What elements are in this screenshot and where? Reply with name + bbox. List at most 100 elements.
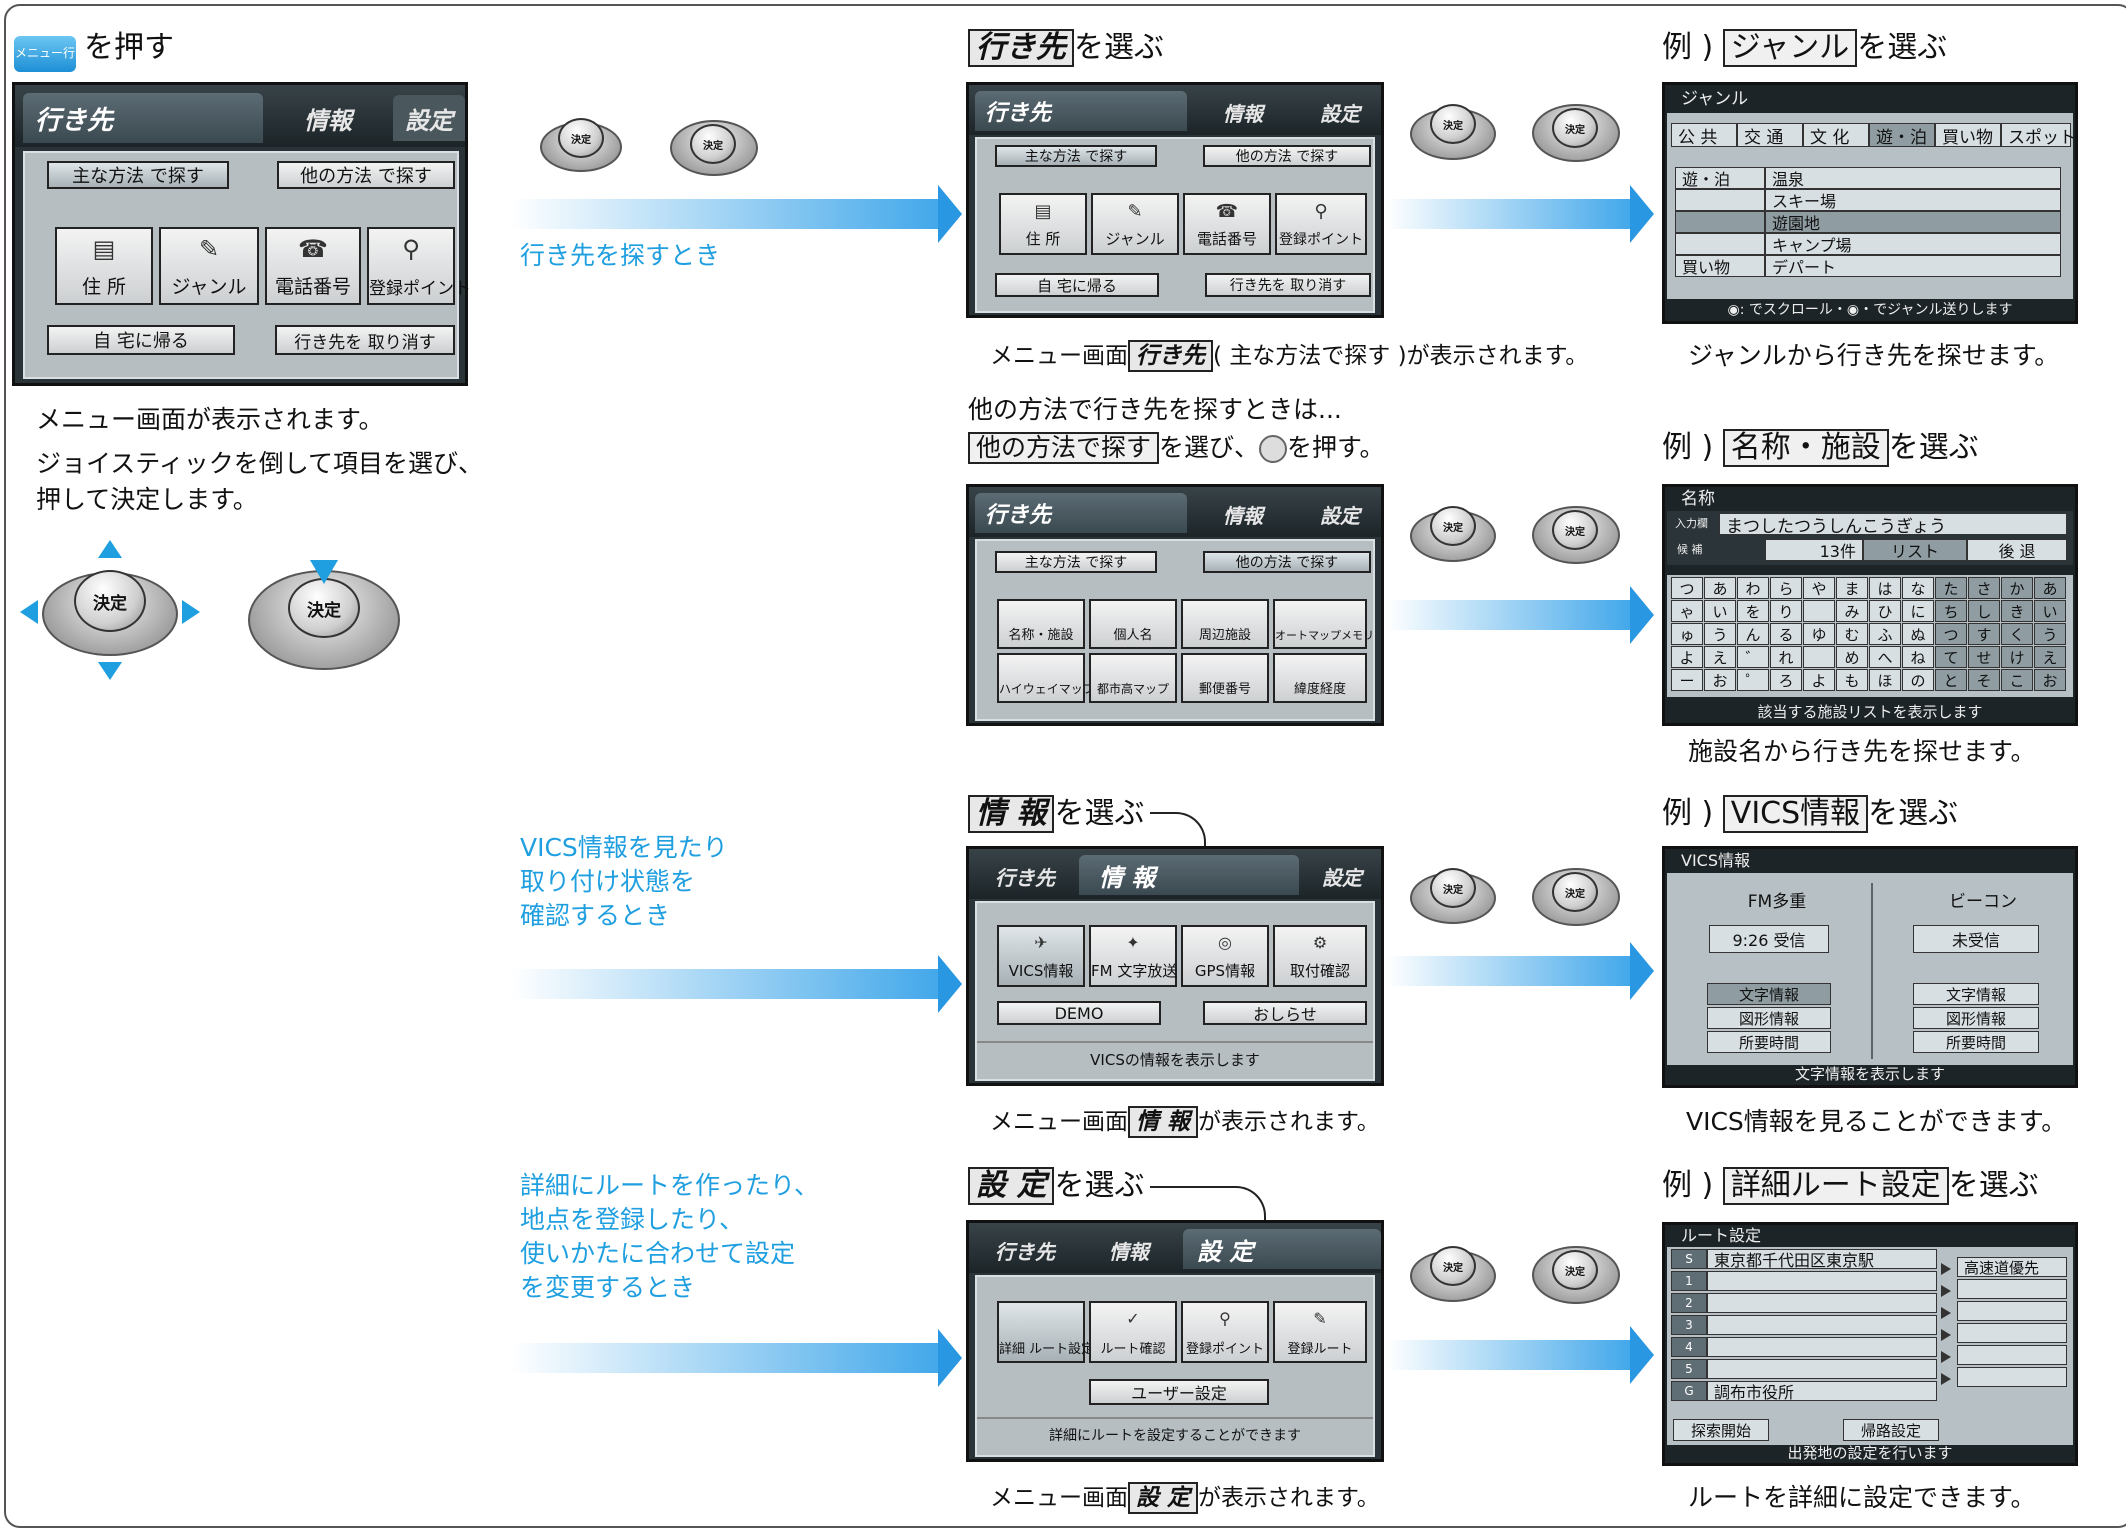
- tab-settings[interactable]: 設定: [1303, 857, 1381, 895]
- back-button[interactable]: 後 退: [1967, 539, 2067, 561]
- city-highway-map-button[interactable]: 都市高マップ: [1089, 653, 1177, 703]
- kana-key[interactable]: ゛: [1737, 646, 1769, 668]
- kana-key[interactable]: を: [1737, 600, 1769, 622]
- kana-key[interactable]: よ: [1671, 646, 1703, 668]
- kana-key[interactable]: ほ: [1869, 669, 1901, 691]
- fm-figure-info-button[interactable]: 図形情報: [1707, 1007, 1831, 1029]
- route-point-row[interactable]: [1707, 1315, 1937, 1335]
- postal-code-button[interactable]: 郵便番号: [1181, 653, 1269, 703]
- main-method-tab[interactable]: 主な方法 で探す: [47, 161, 229, 189]
- tab-destination[interactable]: 行き先: [975, 91, 1187, 131]
- route-condition[interactable]: [1957, 1301, 2067, 1321]
- gps-info-button[interactable]: ◎ GPS情報: [1181, 925, 1269, 987]
- kana-key[interactable]: い: [2034, 600, 2066, 622]
- kana-key[interactable]: の: [1902, 669, 1934, 691]
- kana-key[interactable]: こ: [2001, 669, 2033, 691]
- genre-tab-culture[interactable]: 文 化: [1803, 123, 1869, 148]
- enter-button-pressed[interactable]: 決定: [288, 578, 360, 638]
- enter-button[interactable]: 決定: [74, 570, 146, 632]
- genre-tab-sports[interactable]: スポット: [2001, 123, 2076, 148]
- highway-map-button[interactable]: ハイウェイマップ: [997, 653, 1095, 703]
- kana-key[interactable]: つ: [1935, 623, 1967, 645]
- address-button[interactable]: ▤ 住 所: [999, 193, 1087, 255]
- name-input[interactable]: まつしたつうしんこうぎょう: [1719, 513, 2067, 537]
- kana-key[interactable]: え: [2034, 646, 2066, 668]
- demo-button[interactable]: DEMO: [997, 1001, 1161, 1025]
- cancel-destination-button[interactable]: 行き先を 取り消す: [275, 325, 455, 355]
- route-point-row[interactable]: [1707, 1271, 1937, 1291]
- kana-key[interactable]: ー: [1671, 669, 1703, 691]
- kana-key[interactable]: へ: [1869, 646, 1901, 668]
- other-method-tab[interactable]: 他の方法 で探す: [1203, 145, 1371, 167]
- tab-destination[interactable]: 行き先: [975, 857, 1075, 895]
- kana-key[interactable]: ろ: [1770, 669, 1802, 691]
- beacon-text-info-button[interactable]: 文字情報: [1913, 983, 2039, 1005]
- user-setting-button[interactable]: ユーザー設定: [1089, 1379, 1269, 1405]
- route-condition[interactable]: [1957, 1367, 2067, 1387]
- kana-key[interactable]: ゅ: [1671, 623, 1703, 645]
- main-method-tab[interactable]: 主な方法 で探す: [995, 145, 1157, 167]
- kana-key[interactable]: り: [1770, 600, 1802, 622]
- kana-key[interactable]: め: [1836, 646, 1868, 668]
- kana-key[interactable]: つ: [1671, 577, 1703, 599]
- tab-info[interactable]: 情報: [1195, 93, 1291, 131]
- genre-button[interactable]: ✎ ジャンル: [1091, 193, 1179, 255]
- genre-row-1-item[interactable]: 温泉: [1765, 167, 2061, 189]
- kana-key[interactable]: む: [1836, 623, 1868, 645]
- kana-key[interactable]: ぬ: [1902, 623, 1934, 645]
- kana-key[interactable]: も: [1836, 669, 1868, 691]
- facility-name-button[interactable]: 名称・施設: [997, 599, 1085, 649]
- genre-row-4-item[interactable]: キャンプ場: [1765, 233, 2061, 255]
- registered-point-button[interactable]: ⚲ 登録ポイント: [367, 227, 471, 305]
- kana-key[interactable]: ゆ: [1803, 623, 1835, 645]
- kana-key[interactable]: え: [1704, 646, 1736, 668]
- kana-key[interactable]: く: [2001, 623, 2033, 645]
- tab-destination[interactable]: 行き先: [975, 1231, 1075, 1269]
- kana-key[interactable]: う: [2034, 623, 2066, 645]
- fm-travel-time-button[interactable]: 所要時間: [1707, 1031, 1831, 1053]
- kana-key[interactable]: や: [1803, 577, 1835, 599]
- go-home-button[interactable]: 自 宅に帰る: [47, 325, 235, 355]
- route-point-row[interactable]: [1707, 1359, 1937, 1379]
- register-route-button[interactable]: ✎ 登録ルート: [1273, 1301, 1367, 1363]
- route-condition[interactable]: [1957, 1323, 2067, 1343]
- route-point-row[interactable]: 東京都千代田区東京駅: [1707, 1249, 1937, 1270]
- kana-key[interactable]: そ: [1968, 669, 2000, 691]
- person-name-button[interactable]: 個人名: [1089, 599, 1177, 649]
- kana-key[interactable]: た: [1935, 577, 1967, 599]
- route-condition[interactable]: [1957, 1345, 2067, 1365]
- genre-tab-transport[interactable]: 交 通: [1737, 123, 1803, 148]
- tab-destination[interactable]: 行き先: [975, 493, 1187, 533]
- beacon-figure-info-button[interactable]: 図形情報: [1913, 1007, 2039, 1029]
- phone-button[interactable]: ☎ 電話番号: [265, 227, 361, 305]
- list-button[interactable]: リスト: [1863, 539, 1967, 561]
- kana-key[interactable]: よ: [1803, 669, 1835, 691]
- kana-key[interactable]: ゃ: [1671, 600, 1703, 622]
- route-check-button[interactable]: ✓ ルート確認: [1089, 1301, 1177, 1363]
- kana-key[interactable]: と: [1935, 669, 1967, 691]
- kana-key[interactable]: な: [1902, 577, 1934, 599]
- genre-row-3-item[interactable]: 遊園地: [1765, 211, 2061, 233]
- tab-info[interactable]: 情報: [1079, 1231, 1179, 1269]
- registered-point-button[interactable]: ⚲ 登録ポイント: [1275, 193, 1367, 255]
- kana-key[interactable]: し: [1968, 600, 2000, 622]
- kana-key[interactable]: に: [1902, 600, 1934, 622]
- kana-key[interactable]: か: [2001, 577, 2033, 599]
- register-point-button[interactable]: ⚲ 登録ポイント: [1181, 1301, 1269, 1363]
- fm-text-button[interactable]: ✦ FM 文字放送: [1089, 925, 1177, 987]
- tab-info[interactable]: 情報: [1195, 495, 1291, 533]
- kana-key[interactable]: い: [1704, 600, 1736, 622]
- kana-key[interactable]: は: [1869, 577, 1901, 599]
- genre-row-2-item[interactable]: スキー場: [1765, 189, 2061, 211]
- kana-key[interactable]: る: [1770, 623, 1802, 645]
- phone-button[interactable]: ☎ 電話番号: [1183, 193, 1271, 255]
- genre-tab-shopping[interactable]: 買い物: [1935, 123, 2001, 148]
- tab-info[interactable]: 情報: [275, 95, 381, 141]
- address-button[interactable]: ▤ 住 所: [55, 227, 153, 305]
- genre-row-5-item[interactable]: デパート: [1765, 255, 2061, 277]
- kana-key[interactable]: ん: [1737, 623, 1769, 645]
- kana-key[interactable]: せ: [1968, 646, 2000, 668]
- install-check-button[interactable]: ⚙ 取付確認: [1273, 925, 1367, 987]
- tab-settings[interactable]: 設定: [1299, 93, 1381, 131]
- beacon-travel-time-button[interactable]: 所要時間: [1913, 1031, 2039, 1053]
